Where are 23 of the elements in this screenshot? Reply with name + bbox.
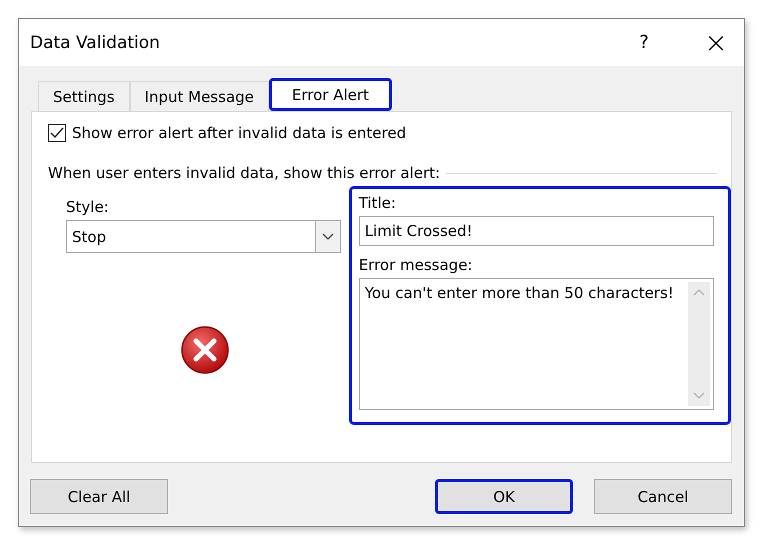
style-dropdown[interactable]: Stop [66, 220, 341, 253]
error-icon [180, 325, 230, 375]
title-field[interactable]: Limit Crossed! [358, 216, 714, 246]
field-label: Style: [66, 198, 110, 216]
close-button[interactable]: × [704, 28, 728, 56]
tab[interactable]: Error Alert [268, 78, 392, 111]
checkbox[interactable] [48, 124, 66, 142]
field-label: Title: [358, 194, 397, 212]
clear-all-button[interactable]: Clear All [30, 479, 168, 514]
message-field[interactable]: You can't enter more than 50 characters! [358, 278, 714, 410]
cancel-button[interactable]: Cancel [594, 479, 732, 514]
ok-button[interactable]: OK [435, 479, 574, 514]
scroll-down-icon[interactable] [693, 392, 705, 400]
scrollbar[interactable] [688, 282, 710, 406]
checkbox-label: Show error alert after invalid data is entered [72, 124, 406, 142]
tab[interactable]: Settings [38, 81, 130, 111]
help-button[interactable]: ? [634, 32, 654, 53]
window-title: Data Validation [30, 32, 161, 52]
tab[interactable]: Input Message [130, 81, 269, 111]
section-heading: When user enters invalid data, show this error alert: [48, 164, 440, 182]
field-label: Error message: [358, 256, 474, 274]
chevron-down-icon [322, 232, 334, 240]
scroll-up-icon[interactable] [693, 288, 705, 296]
